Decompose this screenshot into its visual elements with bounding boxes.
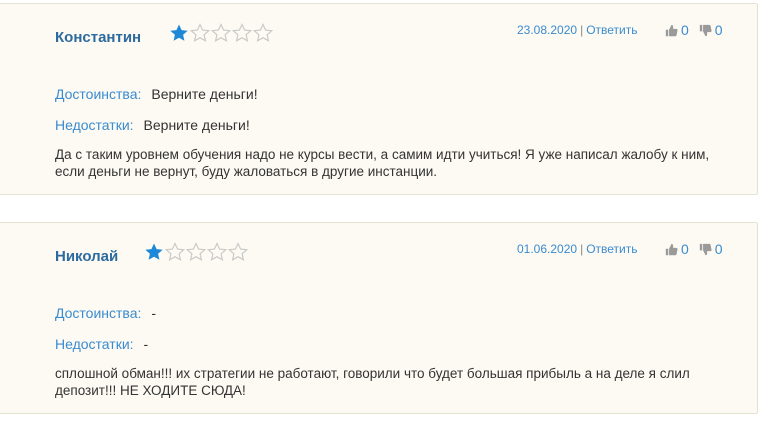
review-text: Да с таким уровнем обучения надо не курс… xyxy=(55,147,710,179)
star-filled-icon xyxy=(170,24,188,41)
review-date: 01.06.2020 xyxy=(517,242,578,256)
dislike-button[interactable]: 0 xyxy=(699,241,723,257)
dislike-count: 0 xyxy=(714,241,723,257)
cons-text: Верните деньги! xyxy=(143,117,250,133)
star-empty-icon xyxy=(207,242,227,261)
dislike-count: 0 xyxy=(714,22,723,38)
meta-separator: | xyxy=(580,23,584,37)
thumbs-down-icon xyxy=(699,243,712,255)
review-meta: 23.08.2020 | Ответить xyxy=(517,23,637,37)
review-meta: 01.06.2020 | Ответить xyxy=(517,242,637,256)
like-count: 0 xyxy=(681,22,689,38)
rating-stars xyxy=(144,242,248,262)
dislike-button[interactable]: 0 xyxy=(699,22,723,38)
rating-stars xyxy=(169,23,273,43)
cons-label: Недостатки: xyxy=(55,117,134,133)
cons-label: Недостатки: xyxy=(55,336,134,352)
star-empty-icon xyxy=(165,242,185,261)
like-button[interactable]: 0 xyxy=(665,241,689,257)
star-empty-icon xyxy=(190,23,210,42)
vote-controls: 0 0 xyxy=(665,22,733,38)
like-count: 0 xyxy=(681,241,689,257)
pros-text: Верните деньги! xyxy=(151,86,258,102)
cons-row: Недостатки: Верните деньги! xyxy=(55,117,250,133)
pros-row: Достоинства: Верните деньги! xyxy=(55,86,258,102)
star-empty-icon xyxy=(211,23,231,42)
review-author: Константин xyxy=(55,29,142,46)
star-empty-icon xyxy=(228,242,248,261)
thumbs-up-icon xyxy=(665,243,678,255)
pros-text: - xyxy=(151,305,157,321)
cons-row: Недостатки: - xyxy=(55,336,148,352)
review-card: Константин 23.08.2020 | Ответить 0 0 Досто… xyxy=(0,3,758,195)
star-empty-icon xyxy=(253,23,273,42)
review-author: Николай xyxy=(55,248,119,265)
thumbs-up-icon xyxy=(665,24,678,36)
review-date: 23.08.2020 xyxy=(517,23,578,37)
star-empty-icon xyxy=(186,242,206,261)
reply-link[interactable]: Ответить xyxy=(586,23,637,37)
pros-label: Достоинства: xyxy=(55,86,142,102)
review-text: сплошной обман!!! их стратегии не работа… xyxy=(55,366,690,398)
thumbs-down-icon xyxy=(699,24,712,36)
review-card: Николай 01.06.2020 | Ответить 0 0 Достоинс… xyxy=(0,222,758,414)
star-empty-icon xyxy=(232,23,252,42)
cons-text: - xyxy=(143,336,149,352)
star-filled-icon xyxy=(145,243,163,260)
like-button[interactable]: 0 xyxy=(665,22,689,38)
vote-controls: 0 0 xyxy=(665,241,733,257)
reply-link[interactable]: Ответить xyxy=(586,242,637,256)
pros-row: Достоинства: - xyxy=(55,305,156,321)
pros-label: Достоинства: xyxy=(55,305,142,321)
meta-separator: | xyxy=(580,242,584,256)
